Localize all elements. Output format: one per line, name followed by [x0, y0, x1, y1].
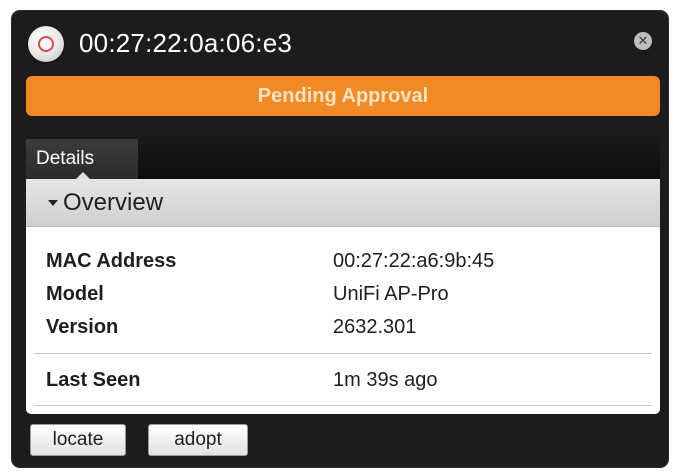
adopt-button[interactable]: adopt	[148, 424, 248, 456]
overview-section-header[interactable]: Overview	[26, 179, 660, 227]
tab-details-label: Details	[36, 148, 95, 169]
last-seen-label: Last Seen	[46, 369, 141, 391]
collapse-triangle-icon	[48, 200, 58, 206]
divider	[34, 405, 652, 406]
version-label: Version	[46, 316, 119, 338]
tab-active-caret-icon	[76, 172, 90, 179]
version-value: 2632.301	[333, 316, 417, 338]
locate-button[interactable]: locate	[30, 424, 126, 456]
title-bar: 00:27:22:0a:06:e3 ✕	[12, 11, 668, 73]
divider	[34, 353, 652, 354]
mac-address-label: MAC Address	[46, 250, 177, 272]
last-seen-value: 1m 39s ago	[333, 369, 438, 391]
status-banner: Pending Approval	[26, 76, 660, 116]
device-window: 00:27:22:0a:06:e3 ✕ Pending Approval Det…	[11, 10, 669, 468]
tab-bar: Details	[26, 135, 660, 179]
model-value: UniFi AP-Pro	[333, 283, 449, 305]
device-status-icon	[28, 26, 64, 62]
details-panel: Overview MAC Address 00:27:22:a6:9b:45 M…	[26, 179, 660, 414]
overview-title: Overview	[63, 189, 164, 216]
tab-details[interactable]: Details	[26, 139, 138, 179]
device-status-ring-icon	[38, 36, 54, 52]
close-icon[interactable]: ✕	[634, 32, 652, 50]
model-label: Model	[46, 283, 104, 305]
window-title: 00:27:22:0a:06:e3	[79, 28, 293, 58]
mac-address-value: 00:27:22:a6:9b:45	[333, 250, 495, 272]
